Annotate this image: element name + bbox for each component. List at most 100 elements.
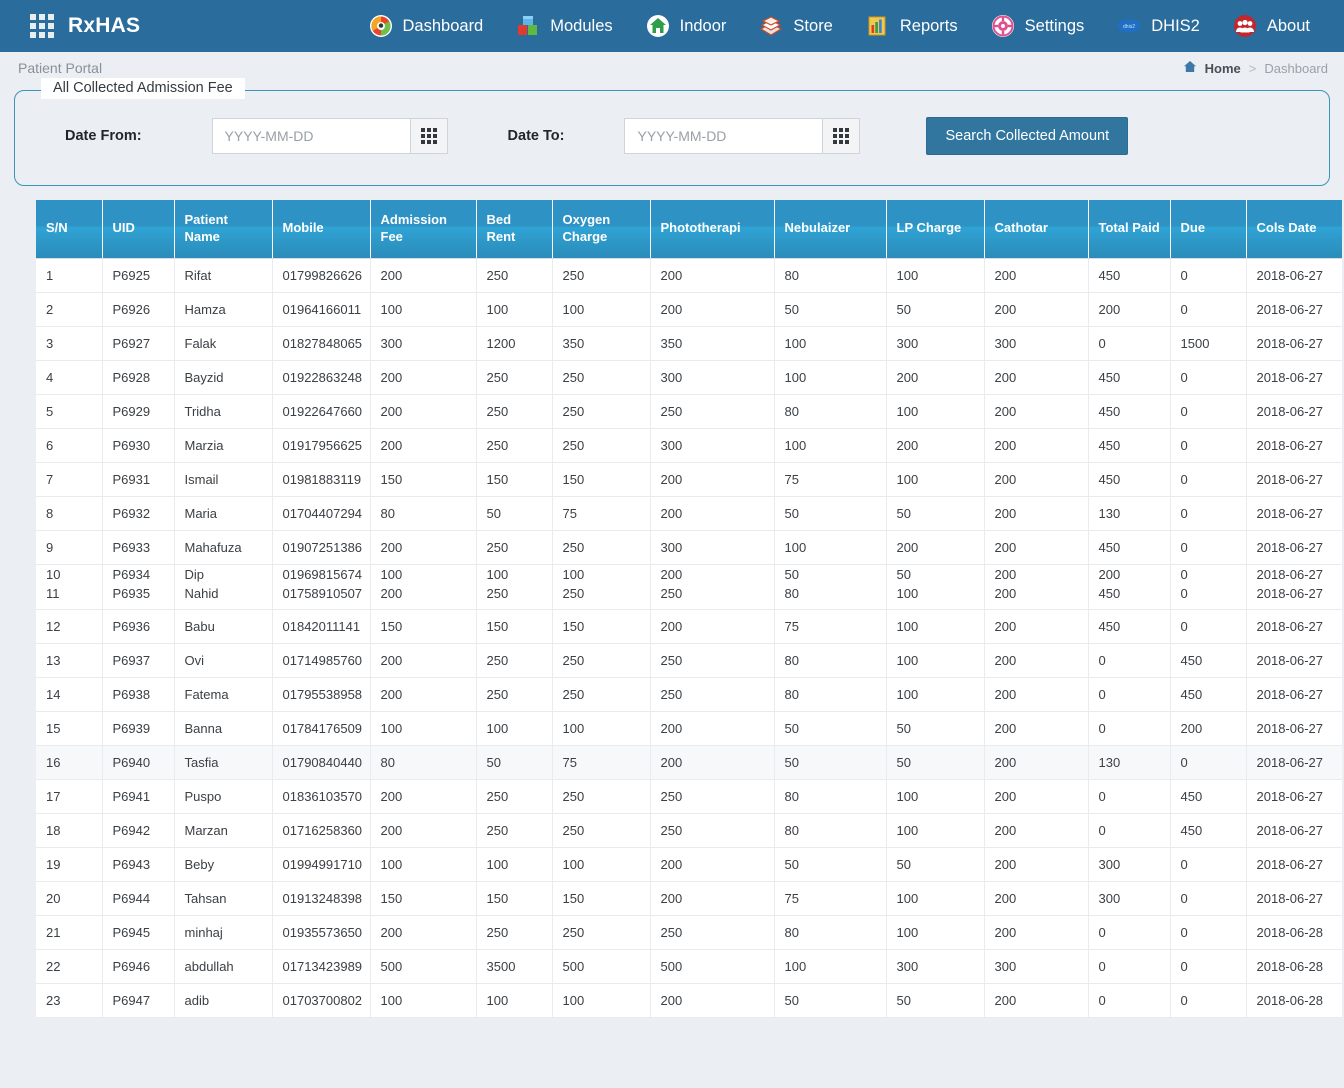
cell-due: 0 [1170, 847, 1246, 881]
table-row[interactable]: 8P6932Maria01704407294805075200505020013… [36, 496, 1342, 530]
cell-total-paid: 130 [1088, 745, 1170, 779]
cell-admission-fee: 200 [370, 643, 476, 677]
table-row[interactable]: 17P6941Puspo0183610357020025025025080100… [36, 779, 1342, 813]
cell-nebulaizer: 50 [774, 564, 886, 584]
cell-bed-rent: 250 [476, 915, 552, 949]
table-row[interactable]: 9P6933Mahafuza01907251386200250250300100… [36, 530, 1342, 564]
cell-lp-charge: 50 [886, 745, 984, 779]
cell-bed-rent: 100 [476, 983, 552, 1017]
nav-item-store[interactable]: Store [742, 5, 848, 47]
column-header-phototherapi[interactable]: Phototherapi [650, 200, 774, 258]
collected-fee-table-wrap: S/NUIDPatient NameMobileAdmission FeeBed… [36, 200, 1308, 1018]
cell-nebulaizer: 100 [774, 949, 886, 983]
cell-mobile: 01716258360 [272, 813, 370, 847]
table-row[interactable]: 21P6945minhaj019355736502002502502508010… [36, 915, 1342, 949]
table-row[interactable]: 23P6947adib01703700802100100100200505020… [36, 983, 1342, 1017]
column-header-mobile[interactable]: Mobile [272, 200, 370, 258]
cell-nebulaizer: 75 [774, 881, 886, 915]
cell-cols-date: 2018-06-27 [1246, 496, 1342, 530]
column-header-admission-fee[interactable]: Admission Fee [370, 200, 476, 258]
cell-phototherapi: 250 [650, 584, 774, 610]
brand[interactable]: RxHAS [30, 14, 140, 38]
table-row[interactable]: 3P6927Falak01827848065300120035035010030… [36, 326, 1342, 360]
table-row[interactable]: 19P6943Beby01994991710100100100200505020… [36, 847, 1342, 881]
cell-bed-rent: 250 [476, 779, 552, 813]
cell-admission-fee: 150 [370, 462, 476, 496]
cell-s-n: 15 [36, 711, 102, 745]
table-row[interactable]: 11P6935Nahid0175891050720025025025080100… [36, 584, 1342, 610]
cell-lp-charge: 50 [886, 983, 984, 1017]
cell-mobile: 01827848065 [272, 326, 370, 360]
nav-item-reports[interactable]: Reports [849, 5, 974, 47]
table-row[interactable]: 22P6946abdullah0171342398950035005005001… [36, 949, 1342, 983]
apps-grid-icon[interactable] [30, 14, 54, 38]
nav-item-about[interactable]: About [1216, 5, 1326, 47]
cell-uid: P6925 [102, 258, 174, 292]
column-header-cathotar[interactable]: Cathotar [984, 200, 1088, 258]
table-row[interactable]: 12P6936Babu01842011141150150150200751002… [36, 609, 1342, 643]
table-row[interactable]: 1P6925Rifat01799826626200250250200801002… [36, 258, 1342, 292]
column-header-uid[interactable]: UID [102, 200, 174, 258]
date-to-input[interactable] [624, 118, 822, 154]
cell-bed-rent: 150 [476, 609, 552, 643]
column-header-s-n[interactable]: S/N [36, 200, 102, 258]
cell-uid: P6939 [102, 711, 174, 745]
cell-uid: P6934 [102, 564, 174, 584]
date-from-label: Date From: [65, 128, 142, 144]
table-row[interactable]: 15P6939Banna0178417650910010010020050502… [36, 711, 1342, 745]
cell-cathotar: 200 [984, 915, 1088, 949]
cell-admission-fee: 200 [370, 258, 476, 292]
cell-oxygen-charge: 250 [552, 813, 650, 847]
cell-oxygen-charge: 150 [552, 881, 650, 915]
column-header-bed-rent[interactable]: Bed Rent [476, 200, 552, 258]
table-row[interactable]: 6P6930Marzia0191795662520025025030010020… [36, 428, 1342, 462]
table-row[interactable]: 14P6938Fatema017955389582002502502508010… [36, 677, 1342, 711]
search-collected-amount-button[interactable]: Search Collected Amount [926, 117, 1128, 155]
cell-admission-fee: 200 [370, 530, 476, 564]
column-header-patient-name[interactable]: Patient Name [174, 200, 272, 258]
cell-phototherapi: 250 [650, 677, 774, 711]
cell-patient-name: Puspo [174, 779, 272, 813]
column-header-total-paid[interactable]: Total Paid [1088, 200, 1170, 258]
date-from-input[interactable] [212, 118, 410, 154]
nav-item-dhis2[interactable]: dhis2 DHIS2 [1100, 5, 1216, 47]
table-row[interactable]: 2P6926Hamza01964166011100100100200505020… [36, 292, 1342, 326]
cell-cols-date: 2018-06-27 [1246, 609, 1342, 643]
table-row[interactable]: 5P6929Tridha0192264766020025025025080100… [36, 394, 1342, 428]
calendar-grid-icon[interactable] [410, 118, 448, 154]
breadcrumb-home[interactable]: Home [1205, 61, 1241, 76]
table-row[interactable]: 7P6931Ismail0198188311915015015020075100… [36, 462, 1342, 496]
cell-patient-name: Banna [174, 711, 272, 745]
nav-item-settings[interactable]: Settings [974, 5, 1101, 47]
cell-total-paid: 300 [1088, 847, 1170, 881]
nav-item-dashboard[interactable]: Dashboard [352, 5, 500, 47]
cell-phototherapi: 350 [650, 326, 774, 360]
cell-bed-rent: 250 [476, 643, 552, 677]
column-header-cols-date[interactable]: Cols Date [1246, 200, 1342, 258]
cell-s-n: 9 [36, 530, 102, 564]
cell-mobile: 01795538958 [272, 677, 370, 711]
column-header-nebulaizer[interactable]: Nebulaizer [774, 200, 886, 258]
table-row[interactable]: 10P6934Dip019698156741001001002005050200… [36, 564, 1342, 584]
calendar-grid-icon-2[interactable] [822, 118, 860, 154]
cell-patient-name: Tridha [174, 394, 272, 428]
cell-oxygen-charge: 350 [552, 326, 650, 360]
nav-item-modules[interactable]: Modules [499, 5, 628, 47]
cell-phototherapi: 200 [650, 258, 774, 292]
cell-cathotar: 300 [984, 949, 1088, 983]
cell-phototherapi: 500 [650, 949, 774, 983]
table-row[interactable]: 16P6940Tasfia017908404408050752005050200… [36, 745, 1342, 779]
cell-cathotar: 200 [984, 677, 1088, 711]
nav-label-about: About [1267, 17, 1310, 36]
column-header-oxygen-charge[interactable]: Oxygen Charge [552, 200, 650, 258]
nav-item-indoor[interactable]: Indoor [629, 5, 743, 47]
table-row[interactable]: 13P6937Ovi017149857602002502502508010020… [36, 643, 1342, 677]
cell-admission-fee: 200 [370, 813, 476, 847]
column-header-due[interactable]: Due [1170, 200, 1246, 258]
cell-total-paid: 450 [1088, 428, 1170, 462]
table-row[interactable]: 20P6944Tahsan019132483981501501502007510… [36, 881, 1342, 915]
table-row[interactable]: 4P6928Bayzid0192286324820025025030010020… [36, 360, 1342, 394]
table-row[interactable]: 18P6942Marzan017162583602002502502508010… [36, 813, 1342, 847]
cell-admission-fee: 200 [370, 677, 476, 711]
column-header-lp-charge[interactable]: LP Charge [886, 200, 984, 258]
